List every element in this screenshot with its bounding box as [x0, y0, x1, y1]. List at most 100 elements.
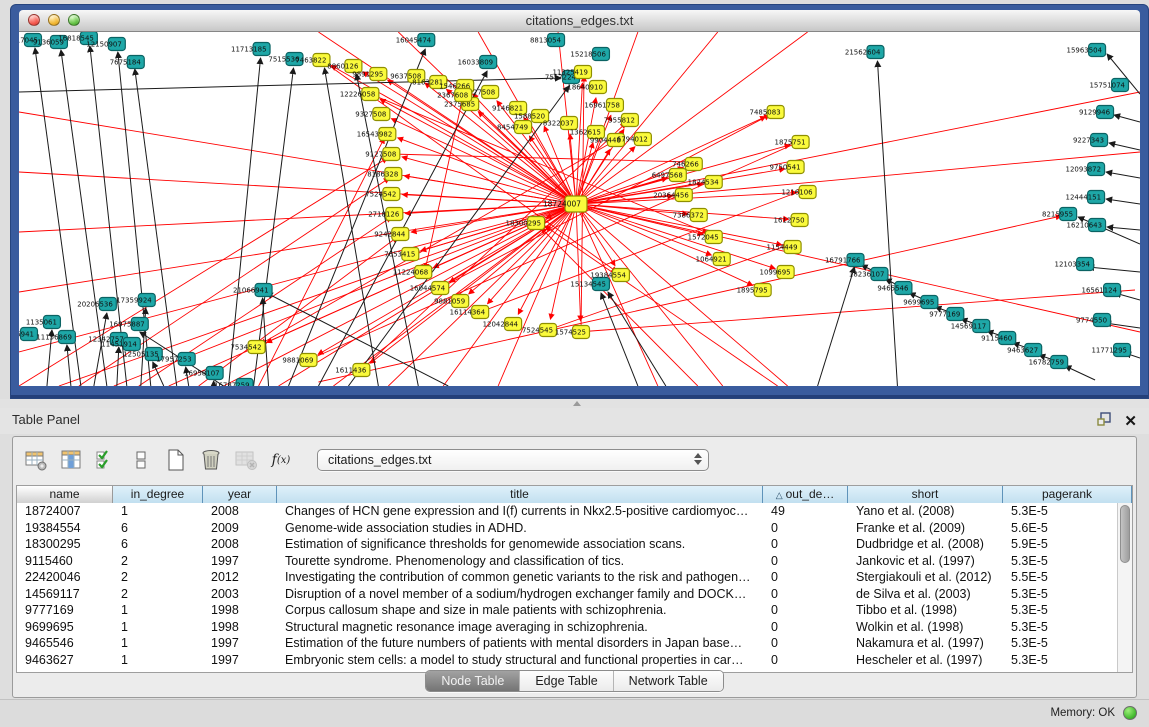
- table-cell: 5.3E-5: [1003, 619, 1117, 636]
- table-selector[interactable]: citations_edges.txt: [317, 449, 709, 471]
- graph-node-label: 7463822: [295, 56, 326, 64]
- table-cell: Investigating the contribution of common…: [277, 569, 763, 586]
- table-cell: 5.6E-5: [1003, 520, 1117, 537]
- delete-table-icon[interactable]: [233, 447, 259, 473]
- graph-node-label: 7485083: [750, 108, 781, 116]
- graph-node-label: 11713185: [231, 45, 267, 53]
- tab-network-table[interactable]: Network Table: [613, 671, 723, 691]
- graph-node-label: 9242844: [374, 230, 406, 238]
- graph-node-label: 1572045: [688, 233, 719, 241]
- graph-node-label: 7955812: [604, 116, 635, 124]
- table-row[interactable]: 946554611997Estimation of the future num…: [17, 635, 1117, 652]
- table-row[interactable]: 1456911722003Disruption of a novel membe…: [17, 586, 1117, 603]
- column-header-out_de[interactable]: △out_de…: [763, 486, 848, 503]
- delete-column-icon[interactable]: [198, 447, 224, 473]
- graph-node-label: 746266: [672, 160, 699, 168]
- memory-status-label: Memory: OK: [1050, 707, 1115, 719]
- close-window-button[interactable]: [28, 14, 40, 26]
- function-builder-icon[interactable]: f(x): [268, 447, 294, 473]
- table-cell: 0: [763, 586, 848, 603]
- graph-node-label: 8186328: [367, 170, 398, 178]
- graph-node-label: 16045474: [396, 36, 432, 44]
- scrollbar-thumb[interactable]: [1120, 505, 1130, 563]
- column-header-title[interactable]: title: [277, 486, 763, 503]
- table-scrollbar[interactable]: [1117, 503, 1132, 672]
- graph-node-label: 2367608: [437, 91, 468, 99]
- graph-node-label: 8860126: [327, 62, 358, 70]
- graph-node-label: 17359924: [116, 296, 152, 304]
- table-cell: Dudbridge et al. (2008): [848, 536, 1003, 553]
- graph-node-label: 9881069: [282, 356, 313, 364]
- table-cell: 2003: [203, 586, 277, 603]
- graph-node-label: 1574525: [555, 328, 586, 336]
- graph-node-label: 21066941: [233, 286, 269, 294]
- graph-node-label: 2718126: [368, 210, 399, 218]
- graph-node-label: 6497568: [652, 171, 683, 179]
- graph-node-label: 9115460: [981, 334, 1012, 342]
- table-cell: Disruption of a novel member of a sodium…: [277, 586, 763, 603]
- graph-node-label: 1588520: [514, 112, 545, 120]
- table-cell: 2008: [203, 503, 277, 520]
- graph-node-label: 1612750: [774, 216, 805, 224]
- table-cell: 1: [113, 619, 203, 636]
- table-row[interactable]: 969969511998Structural magnetic resonanc…: [17, 619, 1117, 636]
- graph-node-label: 15963504: [1067, 46, 1103, 54]
- graph-node-label: 9881059: [434, 297, 465, 305]
- table-row[interactable]: 1938455462009Genome-wide association stu…: [17, 520, 1117, 537]
- graph-node-label: 16787259: [214, 381, 250, 386]
- graph-node-label: 16210643: [1067, 221, 1103, 229]
- table-row[interactable]: 1830029562008Estimation of significance …: [17, 536, 1117, 553]
- network-window-titlebar[interactable]: citations_edges.txt: [19, 10, 1140, 32]
- table-cell: 1: [113, 635, 203, 652]
- table-cell: 9463627: [17, 652, 113, 669]
- graph-node-label: 15134545: [570, 280, 606, 288]
- graph-node-label: 20364456: [653, 191, 689, 199]
- table-cell: Hescheler et al. (1997): [848, 652, 1003, 669]
- table-cell: 5.9E-5: [1003, 536, 1117, 553]
- table-cell: Franke et al. (2009): [848, 520, 1003, 537]
- tab-node-table[interactable]: Node Table: [426, 671, 519, 691]
- table-row[interactable]: 911546021997Tourette syndrome. Phenomeno…: [17, 553, 1117, 570]
- graph-node-label: 1154449: [767, 243, 798, 251]
- table-cell: 9699695: [17, 619, 113, 636]
- column-header-pagerank[interactable]: pagerank: [1003, 486, 1132, 503]
- graph-node-label: 7675184: [110, 58, 142, 66]
- close-panel-icon[interactable]: ✕: [1124, 413, 1137, 431]
- table-row[interactable]: 1872400712008Changes of HCN gene express…: [17, 503, 1117, 520]
- row-height-icon[interactable]: [128, 447, 154, 473]
- table-cell: 9465546: [17, 635, 113, 652]
- graph-node-label: 1135061: [26, 318, 57, 326]
- graph-node-label: 14569117: [951, 322, 987, 330]
- select-rows-icon[interactable]: [93, 447, 119, 473]
- graph-node-label: 1099695: [760, 268, 791, 276]
- table-row[interactable]: 977716911998Corpus callosum shape and si…: [17, 602, 1117, 619]
- panel-splitter[interactable]: [0, 399, 1149, 408]
- graph-node-label: 1875751: [775, 138, 806, 146]
- table-mode-icon[interactable]: [23, 447, 49, 473]
- network-window-title: citations_edges.txt: [19, 10, 1140, 31]
- column-header-name[interactable]: name: [17, 486, 113, 503]
- table-cell: 22420046: [17, 569, 113, 586]
- column-header-in_degree[interactable]: in_degree: [113, 486, 203, 503]
- zoom-window-button[interactable]: [68, 14, 80, 26]
- column-header-year[interactable]: year: [203, 486, 277, 503]
- minimize-window-button[interactable]: [48, 14, 60, 26]
- table-row[interactable]: 946362711997Embryonic stem cells: a mode…: [17, 652, 1117, 669]
- table-header-row: namein_degreeyeartitle△out_de…shortpager…: [17, 486, 1132, 503]
- sort-ascending-icon: △: [776, 490, 783, 500]
- table-panel-title: Table Panel: [12, 412, 80, 427]
- create-column-icon[interactable]: [163, 447, 189, 473]
- tab-edge-table[interactable]: Edge Table: [519, 671, 612, 691]
- graph-node-label: 9227343: [1073, 136, 1104, 144]
- column-header-short[interactable]: short: [848, 486, 1003, 503]
- show-columns-icon[interactable]: [58, 447, 84, 473]
- graph-node-label: 3915941: [19, 330, 34, 338]
- table-cell: 5.3E-5: [1003, 635, 1117, 652]
- graph-node-label: 16791766: [825, 256, 861, 264]
- float-panel-icon[interactable]: [1096, 411, 1112, 432]
- network-canvas[interactable]: 1872400712317045913605916818545121509077…: [19, 32, 1140, 386]
- table-row[interactable]: 2242004622012Investigating the contribut…: [17, 569, 1117, 586]
- table-cell: 0: [763, 635, 848, 652]
- graph-node-label: 1895795: [737, 286, 768, 294]
- graph-node-label: 1216106: [782, 188, 813, 196]
